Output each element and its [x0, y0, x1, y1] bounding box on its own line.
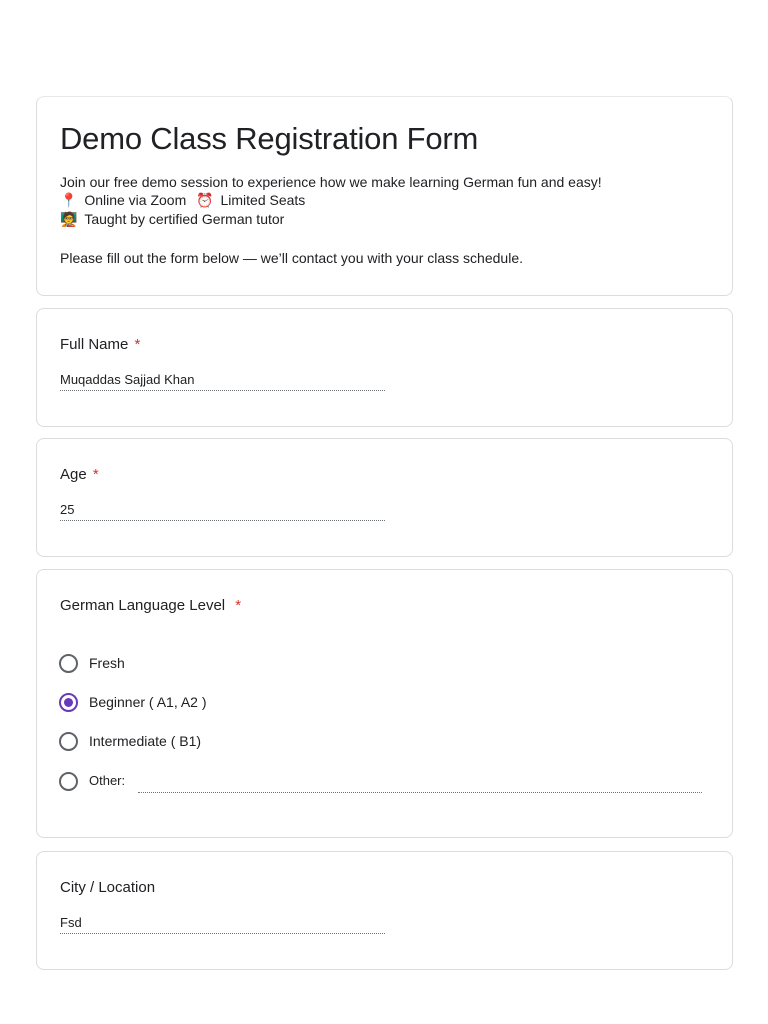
- radio-button[interactable]: [59, 771, 78, 791]
- option-beginner[interactable]: Beginner ( A1, A2 ): [59, 691, 207, 713]
- question-label: Full Name: [60, 336, 129, 353]
- question-label: German Language Level: [60, 597, 226, 614]
- question-title-age: Age *: [60, 465, 99, 485]
- radio-button[interactable]: [59, 653, 78, 673]
- required-asterisk: *: [134, 336, 141, 353]
- required-asterisk: *: [92, 466, 99, 483]
- tutor-label: Taught by certified German tutor: [84, 211, 285, 227]
- age-input[interactable]: 25: [60, 501, 385, 521]
- radio-button[interactable]: [59, 731, 78, 751]
- option-label: Fresh: [89, 655, 125, 671]
- required-asterisk: *: [235, 597, 242, 614]
- option-intermediate[interactable]: Intermediate ( B1): [59, 730, 201, 752]
- form-description-intro: Join our free demo session to experience…: [60, 174, 602, 190]
- seats-label: Limited Seats: [220, 192, 306, 208]
- other-text-input[interactable]: [138, 792, 702, 793]
- form-header-card: Demo Class Registration Form Join our fr…: [36, 96, 733, 296]
- radio-button-selected[interactable]: [59, 692, 78, 712]
- option-fresh[interactable]: Fresh: [59, 652, 125, 674]
- full-name-input[interactable]: Muqaddas Sajjad Khan: [60, 371, 385, 391]
- question-title-full-name: Full Name *: [60, 335, 140, 355]
- form-title: Demo Class Registration Form: [60, 121, 479, 156]
- question-label: Age: [60, 466, 87, 483]
- pin-icon: 📍: [60, 192, 78, 208]
- online-label: Online via Zoom: [84, 192, 187, 208]
- option-label: Beginner ( A1, A2 ): [89, 694, 207, 710]
- question-card-city: City / Location Fsd: [36, 851, 733, 970]
- alarm-clock-icon: ⏰: [196, 192, 214, 208]
- question-title-city: City / Location: [60, 879, 156, 896]
- city-input[interactable]: Fsd: [60, 914, 385, 934]
- form-description-note: Please fill out the form below — we’ll c…: [60, 250, 523, 266]
- form-description-details: 📍 Online via Zoom ⏰ Limited Seats: [60, 191, 305, 209]
- question-card-full-name: Full Name * Muqaddas Sajjad Khan: [36, 308, 733, 427]
- teacher-icon: 🧑‍🏫: [60, 211, 78, 227]
- question-card-age: Age * 25: [36, 438, 733, 557]
- option-other[interactable]: Other:: [59, 770, 125, 792]
- option-label: Other:: [89, 773, 126, 788]
- question-title-language-level: German Language Level *: [60, 596, 241, 616]
- form-description-tutor: 🧑‍🏫 Taught by certified German tutor: [60, 210, 284, 228]
- option-label: Intermediate ( B1): [89, 733, 202, 749]
- question-card-language-level: German Language Level * Fresh Beginner (…: [36, 569, 733, 838]
